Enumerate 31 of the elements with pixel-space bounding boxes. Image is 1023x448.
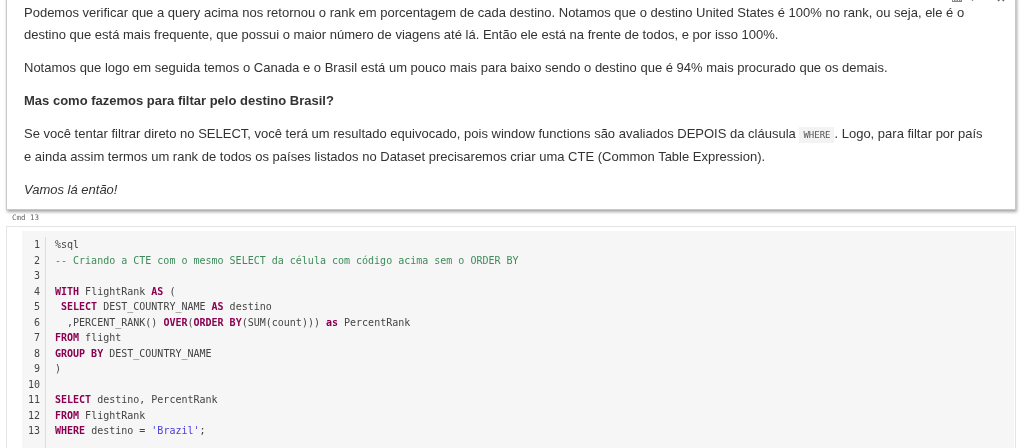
- line-number: 4: [32, 284, 40, 299]
- code-line: -- Criando a CTE com o mesmo SELECT da célula com código acima sem o ORDER BY: [55, 253, 520, 268]
- line-number: 2: [32, 253, 40, 268]
- code-line: FROM FlightRank: [55, 408, 147, 423]
- line-number: 12: [26, 408, 40, 423]
- paragraph: Notamos que logo em seguida temos o Canada e o Brasil está um pouco mais para baixo sendo o destino que é 94% mais procurado que os demais.: [24, 59, 889, 77]
- code-line: FROM flight: [55, 331, 123, 345]
- line-number: 11: [26, 393, 40, 407]
- paragraph: Se você tentar filtrar direto no SELECT, você terá um resultado equivocado, pois window functions são avaliados DEPOIS da cláusula WHERE . Logo, para filtar por país e ainda assim termos um rank de todos os países listados no Dataset precisaremos criar uma CTE (Common Table Expression).: [24, 125, 984, 166]
- line-number: 13: [26, 424, 40, 438]
- code-line: WITH FlightRank AS (: [55, 284, 177, 299]
- code-line: %sql: [55, 238, 81, 252]
- code-line: SELECT destino, PercentRank: [55, 393, 219, 407]
- line-number: 1: [32, 238, 40, 252]
- line-number: 8: [32, 346, 40, 361]
- paragraph: Vamos lá então!: [24, 181, 119, 199]
- code-line: ): [55, 362, 63, 376]
- code-cell[interactable]: [6, 226, 1016, 448]
- line-number: 5: [32, 300, 40, 314]
- paragraph: Podemos verificar que a query acima nos retornou o rank em porcentagem de cada destino. Notamos que o destino United States é 100% no rank, ou seja, ele é o destino que está mais frequente, que possui o maior número de viagens até lá. Então ele está na frente de todos, e por isso 100%.: [24, 4, 966, 44]
- line-number: 7: [32, 331, 40, 345]
- inline-code: WHERE: [799, 127, 835, 143]
- code-line: WHERE destino = 'Brazil';: [55, 424, 207, 438]
- code-line: GROUP BY DEST_COUNTRY_NAME: [55, 346, 213, 361]
- line-number: 3: [32, 269, 40, 283]
- code-line: SELECT DEST_COUNTRY_NAME AS destino: [60, 300, 273, 315]
- heading-text: Mas como fazemos para filtar pelo destino Brasil?: [24, 92, 335, 110]
- line-number: 10: [26, 377, 40, 392]
- line-number: 9: [32, 362, 40, 376]
- line-number: 6: [32, 315, 40, 330]
- code-line: ,PERCENT_RANK() OVER(ORDER BY(SUM(count))) as PercentRank: [66, 315, 412, 330]
